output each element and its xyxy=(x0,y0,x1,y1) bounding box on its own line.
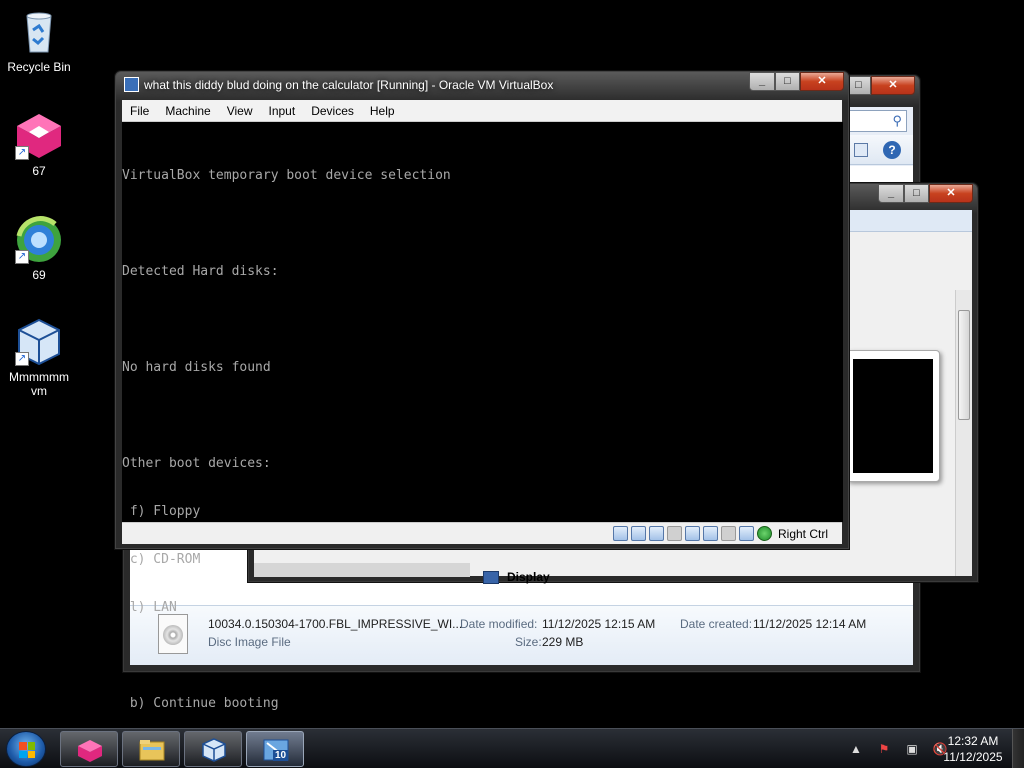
clock-date: 11/12/2025 xyxy=(943,750,1003,764)
network-icon[interactable]: ▣ xyxy=(904,742,920,756)
taskbar-explorer-button[interactable] xyxy=(122,731,180,767)
close-button[interactable]: ✕ xyxy=(929,184,973,203)
maximize-button[interactable]: □ xyxy=(904,184,929,203)
menu-file[interactable]: File xyxy=(122,104,157,118)
vm-status-bar: Right Ctrl xyxy=(122,522,842,544)
audio-icon[interactable] xyxy=(648,526,664,541)
menu-help[interactable]: Help xyxy=(362,104,403,118)
menu-devices[interactable]: Devices xyxy=(303,104,362,118)
windows-logo-icon xyxy=(19,742,35,758)
vm-console-screen[interactable]: VirtualBox temporary boot device selecti… xyxy=(122,122,843,711)
network-icon[interactable] xyxy=(666,526,682,541)
menu-input[interactable]: Input xyxy=(261,104,304,118)
usb-icon[interactable] xyxy=(684,526,700,541)
hard-disk-icon[interactable] xyxy=(612,526,628,541)
console-line: Detected Hard disks: xyxy=(122,264,279,279)
taskbar: 10 ▲ ⚑ ▣ 🔇 12:32 AM 11/12/2025 xyxy=(0,728,1024,768)
menu-bar: File Machine View Input Devices Help xyxy=(122,100,842,122)
window-title: what this diddy blud doing on the calcul… xyxy=(144,78,554,92)
scrollbar[interactable] xyxy=(955,290,972,576)
pink-app-icon: ↗ xyxy=(15,112,63,160)
shortcut-arrow-icon: ↗ xyxy=(15,146,29,160)
desktop-icon-label: Recycle Bin xyxy=(7,60,71,74)
console-line: l) LAN xyxy=(122,600,177,615)
desktop-icon-mmmmmm-vm[interactable]: ↗ Mmmmmm vm xyxy=(1,318,77,398)
virtualbox-vm-window[interactable]: what this diddy blud doing on the calcul… xyxy=(115,71,849,711)
menu-machine[interactable]: Machine xyxy=(157,104,218,118)
taskbar-clock[interactable]: 12:32 AM 11/12/2025 xyxy=(936,733,1010,765)
desktop-icon-label: 67 xyxy=(32,164,46,178)
maximize-button[interactable]: □ xyxy=(775,72,800,91)
pink-app-icon xyxy=(78,740,102,762)
globe-app-icon: ↗ xyxy=(15,216,63,264)
host-key-label: Right Ctrl xyxy=(777,526,828,541)
desktop-icon-label: 69 xyxy=(32,268,46,282)
close-button[interactable]: ✕ xyxy=(800,72,844,91)
console-line: f) Floppy xyxy=(122,504,201,519)
console-line: VirtualBox temporary boot device selecti… xyxy=(122,168,451,183)
shared-folders-icon[interactable] xyxy=(702,526,718,541)
console-line: b) Continue booting xyxy=(122,696,279,711)
recycle-bin-icon xyxy=(15,8,63,56)
display-icon[interactable] xyxy=(720,526,736,541)
virtualbox-app-icon xyxy=(124,77,139,92)
display-preview xyxy=(846,350,940,482)
console-line: No hard disks found xyxy=(122,360,271,375)
minimize-button[interactable]: _ xyxy=(749,72,775,91)
console-line: c) CD-ROM xyxy=(122,552,201,567)
preview-screen xyxy=(853,359,933,473)
badge-count: 10 xyxy=(273,750,289,761)
desktop-icon-label: Mmmmmm vm xyxy=(9,370,69,398)
action-center-icon[interactable]: ⚑ xyxy=(876,742,892,756)
taskbar-vm-window-button[interactable]: 10 xyxy=(246,731,304,767)
scrollbar-thumb[interactable] xyxy=(958,310,970,420)
shortcut-arrow-icon: ↗ xyxy=(15,352,29,366)
help-icon[interactable]: ? xyxy=(883,141,901,159)
folder-icon xyxy=(139,740,165,761)
shortcut-arrow-icon: ↗ xyxy=(15,250,29,264)
close-button[interactable]: ✕ xyxy=(871,76,915,95)
show-desktop-button[interactable] xyxy=(1012,729,1024,768)
virtualbox-icon xyxy=(202,738,226,762)
start-button[interactable] xyxy=(6,731,46,767)
maximize-button[interactable]: □ xyxy=(846,76,871,95)
clock-time: 12:32 AM xyxy=(947,734,999,748)
virtualbox-icon: ↗ xyxy=(15,318,63,366)
recording-icon[interactable] xyxy=(738,526,754,541)
search-icon[interactable]: ⚲ xyxy=(892,113,902,129)
minimize-button[interactable]: _ xyxy=(878,184,904,203)
taskbar-pink-app-button[interactable] xyxy=(60,731,118,767)
desktop-icon-69[interactable]: ↗ 69 xyxy=(1,216,77,282)
show-hidden-icons-icon[interactable]: ▲ xyxy=(848,742,864,756)
taskbar-virtualbox-button[interactable] xyxy=(184,731,242,767)
desktop-icon-recycle-bin[interactable]: Recycle Bin xyxy=(1,8,77,74)
host-key-icon[interactable] xyxy=(756,526,772,541)
menu-view[interactable]: View xyxy=(219,104,261,118)
console-line: Other boot devices: xyxy=(122,456,271,471)
desktop-icon-67[interactable]: ↗ 67 xyxy=(1,112,77,178)
optical-drive-icon[interactable] xyxy=(630,526,646,541)
preview-pane-icon[interactable] xyxy=(854,143,868,157)
